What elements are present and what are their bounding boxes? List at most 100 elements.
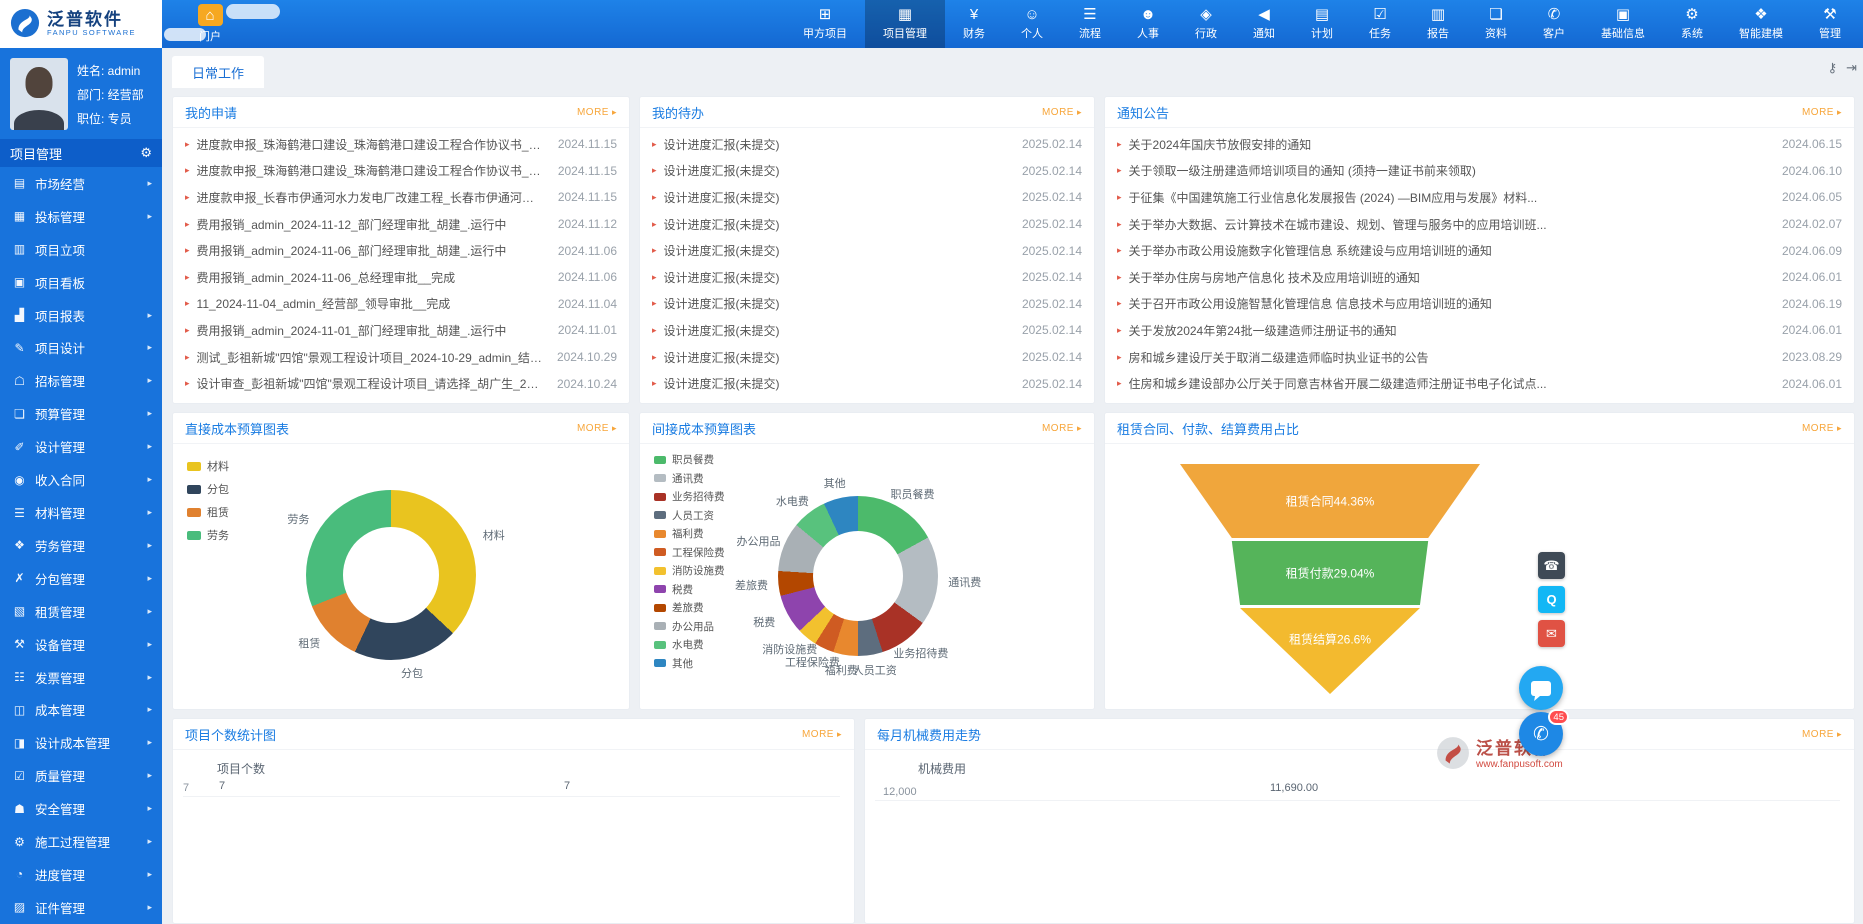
sidebar-item-租赁管理[interactable]: ▧租赁管理▸ xyxy=(0,595,162,628)
list-item[interactable]: ▸设计进度汇报(未提交)2025.02.14 xyxy=(652,317,1082,344)
nav-item-人事[interactable]: ☻人事 xyxy=(1119,0,1177,48)
legend-item[interactable]: 办公用品 xyxy=(654,619,725,634)
nav-item-任务[interactable]: ☑任务 xyxy=(1351,0,1409,48)
sidebar-item-项目报表[interactable]: ▟项目报表▸ xyxy=(0,299,162,332)
list-item[interactable]: ▸进度款申报_珠海鹤港口建设_珠海鹤港口建设工程合作协议书_admin_...2… xyxy=(185,158,617,185)
list-item[interactable]: ▸设计进度汇报(未提交)2025.02.14 xyxy=(652,184,1082,211)
portal-button[interactable]: ⌂ 门户 xyxy=(162,0,258,48)
list-item[interactable]: ▸关于发放2024年第24批一级建造师注册证书的通知2024.06.01 xyxy=(1117,317,1842,344)
legend-item[interactable]: 人员工资 xyxy=(654,508,725,523)
list-item[interactable]: ▸设计进度汇报(未提交)2025.02.14 xyxy=(652,211,1082,238)
list-item[interactable]: ▸费用报销_admin_2024-11-01_部门经理审批_胡建_.运行中202… xyxy=(185,317,617,344)
list-item[interactable]: ▸11_2024-11-04_admin_经营部_领导审批__完成2024.11… xyxy=(185,291,617,318)
sidebar-item-材料管理[interactable]: ☰材料管理▸ xyxy=(0,496,162,529)
more-button[interactable]: MORE xyxy=(1042,107,1082,118)
legend-item[interactable]: 通讯费 xyxy=(654,471,725,486)
nav-item-系统[interactable]: ⚙系统 xyxy=(1663,0,1721,48)
more-button[interactable]: MORE xyxy=(1042,423,1082,434)
list-item[interactable]: ▸关于2024年国庆节放假安排的通知2024.06.15 xyxy=(1117,131,1842,158)
nav-item-客户[interactable]: ✆客户 xyxy=(1525,0,1583,48)
list-item[interactable]: ▸进度款申报_珠海鹤港口建设_珠海鹤港口建设工程合作协议书_admin_...2… xyxy=(185,131,617,158)
list-item[interactable]: ▸费用报销_admin_2024-11-06_总经理审批__完成2024.11.… xyxy=(185,264,617,291)
sidebar-item-进度管理[interactable]: ◔进度管理▸ xyxy=(0,858,162,891)
sidebar-item-设计管理[interactable]: ✐设计管理▸ xyxy=(0,430,162,463)
legend-item[interactable]: 差旅费 xyxy=(654,600,725,615)
list-item[interactable]: ▸设计进度汇报(未提交)2025.02.14 xyxy=(652,291,1082,318)
chat-button[interactable] xyxy=(1519,666,1563,710)
more-button[interactable]: MORE xyxy=(802,729,842,740)
sidebar-item-施工过程管理[interactable]: ⚙施工过程管理▸ xyxy=(0,825,162,858)
gear-icon[interactable]: ⚙ xyxy=(140,145,152,161)
nav-item-计划[interactable]: ▤计划 xyxy=(1293,0,1351,48)
nav-item-智能建模[interactable]: ❖智能建模 xyxy=(1721,0,1801,48)
nav-item-报告[interactable]: ▥报告 xyxy=(1409,0,1467,48)
sidebar-item-劳务管理[interactable]: ❖劳务管理▸ xyxy=(0,529,162,562)
list-item[interactable]: ▸设计进度汇报(未提交)2025.02.14 xyxy=(652,344,1082,371)
sidebar-item-投标管理[interactable]: ▦投标管理▸ xyxy=(0,200,162,233)
list-item[interactable]: ▸设计进度汇报(未提交)2025.02.14 xyxy=(652,158,1082,185)
list-item[interactable]: ▸费用报销_admin_2024-11-12_部门经理审批_胡建_.运行中202… xyxy=(185,211,617,238)
nav-item-基础信息[interactable]: ▣基础信息 xyxy=(1583,0,1663,48)
legend-item[interactable]: 税费 xyxy=(654,582,725,597)
series-legend[interactable]: 项目个数 xyxy=(217,760,265,777)
list-item[interactable]: ▸房和城乡建设厅关于取消二级建造师临时执业证书的公告2023.08.29 xyxy=(1117,344,1842,371)
legend-item[interactable]: 分包 xyxy=(187,481,229,497)
sidebar-item-设备管理[interactable]: ⚒设备管理▸ xyxy=(0,628,162,661)
list-item[interactable]: ▸费用报销_admin_2024-11-06_部门经理审批_胡建_.运行中202… xyxy=(185,237,617,264)
legend-item[interactable]: 劳务 xyxy=(187,527,229,543)
sidebar-item-项目设计[interactable]: ✎项目设计▸ xyxy=(0,332,162,365)
list-item[interactable]: ▸设计进度汇报(未提交)2025.02.14 xyxy=(652,237,1082,264)
legend-item[interactable]: 其他 xyxy=(654,656,725,671)
sidebar-item-分包管理[interactable]: ✗分包管理▸ xyxy=(0,562,162,595)
list-item[interactable]: ▸关于举办住房与房地产信息化 技术及应用培训班的通知2024.06.01 xyxy=(1117,264,1842,291)
more-button[interactable]: MORE xyxy=(577,107,617,118)
service-button[interactable]: ✆ 45 xyxy=(1519,712,1563,756)
mail-contact-icon[interactable]: ✉ xyxy=(1538,620,1565,647)
list-item[interactable]: ▸关于领取一级注册建造师培训项目的通知 (须持一建证书前来领取)2024.06.… xyxy=(1117,158,1842,185)
list-item[interactable]: ▸关于举办大数据、云计算技术在城市建设、规划、管理与服务中的应用培训班...20… xyxy=(1117,211,1842,238)
legend-item[interactable]: 消防设施费 xyxy=(654,563,725,578)
legend-item[interactable]: 工程保险费 xyxy=(654,545,725,560)
legend-item[interactable]: 租赁 xyxy=(187,504,229,520)
more-button[interactable]: MORE xyxy=(1802,107,1842,118)
collapse-icon[interactable]: ⇥ xyxy=(1846,60,1857,76)
qq-contact-icon[interactable]: Q xyxy=(1538,586,1565,613)
nav-item-甲方项目[interactable]: ⊞甲方项目 xyxy=(785,0,865,48)
nav-item-资料[interactable]: ❏资料 xyxy=(1467,0,1525,48)
nav-item-项目管理[interactable]: ▦项目管理 xyxy=(865,0,945,48)
nav-item-管理[interactable]: ⚒管理 xyxy=(1801,0,1859,48)
list-item[interactable]: ▸设计进度汇报(未提交)2025.02.14 xyxy=(652,370,1082,397)
nav-item-流程[interactable]: ☰流程 xyxy=(1061,0,1119,48)
legend-item[interactable]: 业务招待费 xyxy=(654,489,725,504)
sidebar-item-质量管理[interactable]: ☑质量管理▸ xyxy=(0,759,162,792)
legend-item[interactable]: 职员餐费 xyxy=(654,452,725,467)
sidebar-item-招标管理[interactable]: ☖招标管理▸ xyxy=(0,364,162,397)
list-item[interactable]: ▸关于召开市政公用设施智慧化管理信息 信息技术与应用培训班的通知2024.06.… xyxy=(1117,291,1842,318)
sidebar-item-市场经营[interactable]: ▤市场经营▸ xyxy=(0,167,162,200)
legend-item[interactable]: 水电费 xyxy=(654,637,725,652)
list-item[interactable]: ▸进度款申报_长春市伊通河水力发电厂改建工程_长春市伊通河水力发电...2024… xyxy=(185,184,617,211)
nav-item-财务[interactable]: ¥财务 xyxy=(945,0,1003,48)
list-item[interactable]: ▸设计审查_彭祖新城"四馆"景观工程设计项目_请选择_胡广生_2024-10-2… xyxy=(185,370,617,397)
more-button[interactable]: MORE xyxy=(1802,729,1842,740)
sidebar-item-项目看板[interactable]: ▣项目看板 xyxy=(0,266,162,299)
nav-item-通知[interactable]: ◀通知 xyxy=(1235,0,1293,48)
sidebar-item-成本管理[interactable]: ◫成本管理▸ xyxy=(0,694,162,727)
sidebar-item-项目立项[interactable]: ▥项目立项 xyxy=(0,233,162,266)
legend-item[interactable]: 福利费 xyxy=(654,526,725,541)
sidebar-item-发票管理[interactable]: ☷发票管理▸ xyxy=(0,661,162,694)
sidebar-item-预算管理[interactable]: ❏预算管理▸ xyxy=(0,397,162,430)
series-legend[interactable]: 机械费用 xyxy=(918,760,966,777)
list-item[interactable]: ▸关于举办市政公用设施数字化管理信息 系统建设与应用培训班的通知2024.06.… xyxy=(1117,237,1842,264)
sidebar-item-收入合同[interactable]: ◉收入合同▸ xyxy=(0,463,162,496)
list-item[interactable]: ▸测试_彭祖新城"四馆"景观工程设计项目_2024-10-29_admin_结束… xyxy=(185,344,617,371)
tab-daily-work[interactable]: 日常工作 xyxy=(172,56,264,88)
sidebar-item-证件管理[interactable]: ▨证件管理▸ xyxy=(0,891,162,924)
phone-contact-icon[interactable]: ☎ xyxy=(1538,552,1565,579)
nav-item-个人[interactable]: ☺个人 xyxy=(1003,0,1061,48)
list-item[interactable]: ▸于征集《中国建筑施工行业信息化发展报告 (2024) —BIM应用与发展》材料… xyxy=(1117,184,1842,211)
sidebar-item-设计成本管理[interactable]: ◨设计成本管理▸ xyxy=(0,726,162,759)
sidebar-item-安全管理[interactable]: ☗安全管理▸ xyxy=(0,792,162,825)
list-item[interactable]: ▸住房和城乡建设部办公厅关于同意吉林省开展二级建造师注册证书电子化试点...20… xyxy=(1117,370,1842,397)
more-button[interactable]: MORE xyxy=(1802,423,1842,434)
